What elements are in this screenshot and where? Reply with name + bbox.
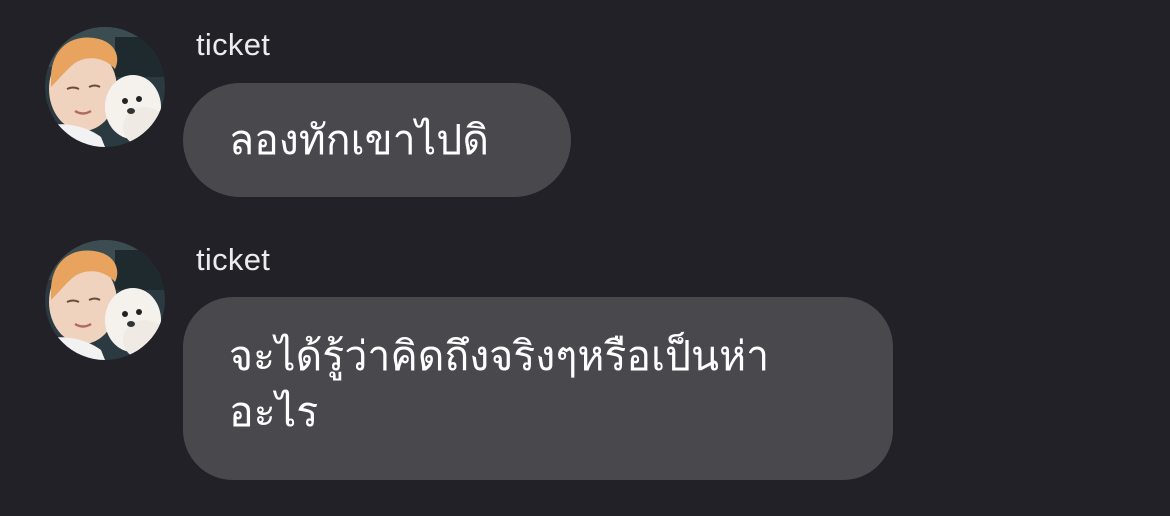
- message-bubble[interactable]: จะได้รู้ว่าคิดถึงจริงๆหรือเป็นห่า อะไร: [183, 297, 893, 480]
- avatar[interactable]: [45, 240, 165, 360]
- avatar-photo-icon: [45, 240, 165, 360]
- message-bubble[interactable]: ลองทักเขาไปดิ: [183, 83, 571, 197]
- avatar-photo-icon: [45, 27, 165, 147]
- avatar[interactable]: [45, 27, 165, 147]
- sender-name: ticket: [196, 242, 271, 277]
- sender-name: ticket: [196, 27, 271, 62]
